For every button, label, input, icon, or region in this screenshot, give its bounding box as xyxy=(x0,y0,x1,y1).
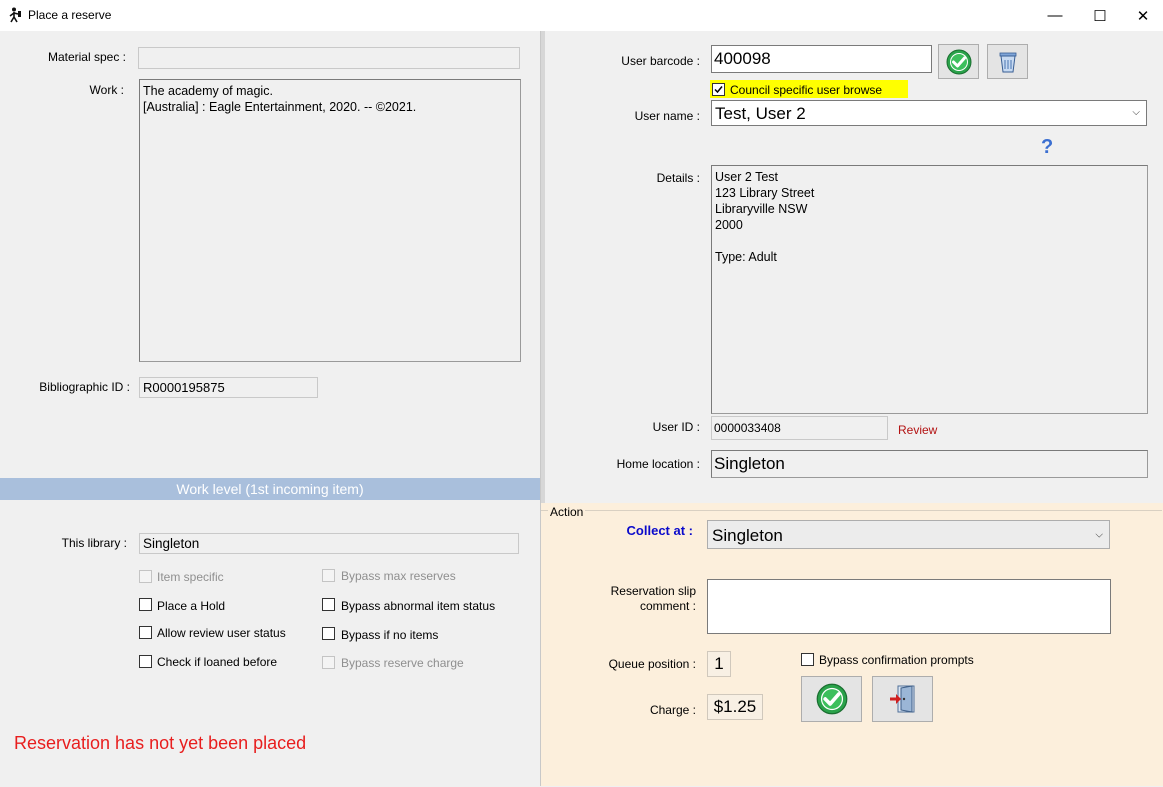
app-icon xyxy=(9,7,21,23)
bypass-abnormal-status-label: Bypass abnormal item status xyxy=(341,599,496,613)
user-barcode-label: User barcode : xyxy=(621,54,700,68)
chevron-down-icon: ⌵ xyxy=(1095,529,1103,540)
item-specific-checkbox[interactable] xyxy=(139,570,152,583)
bypass-no-items-checkbox[interactable] xyxy=(322,627,335,640)
check-loaned-before-checkbox[interactable] xyxy=(139,655,152,668)
minimize-button[interactable]: — xyxy=(1032,0,1078,31)
place-hold-label: Place a Hold xyxy=(157,599,226,613)
bypass-reserve-charge-checkbox[interactable] xyxy=(322,656,335,669)
bypass-reserve-charge-label: Bypass reserve charge xyxy=(341,656,464,670)
close-icon: ✕ xyxy=(1136,7,1150,25)
user-name-select[interactable]: Test, User 2 ⌵ xyxy=(711,100,1147,126)
bib-id-field[interactable]: R0000195875 xyxy=(139,377,318,398)
minimize-icon: — xyxy=(1047,7,1063,24)
action-groupbox xyxy=(541,510,1162,787)
chevron-down-icon: ⌵ xyxy=(1132,107,1140,118)
council-browse-label: Council specific user browse xyxy=(730,83,883,97)
bypass-max-reserves-checkbox[interactable] xyxy=(322,569,335,582)
user-details-box: User 2 Test 123 Library Street Libraryvi… xyxy=(711,165,1148,414)
allow-review-user-status-checkbox[interactable] xyxy=(139,626,152,639)
collect-at-label: Collect at : xyxy=(626,523,693,538)
check-icon xyxy=(816,683,847,715)
material-spec-label: Material spec : xyxy=(47,50,126,64)
home-location-field[interactable]: Singleton xyxy=(711,450,1148,478)
bib-id-label: Bibliographic ID : xyxy=(39,380,130,394)
queue-position-label: Queue position : xyxy=(608,657,696,671)
bypass-confirmation-label: Bypass confirmation prompts xyxy=(819,653,974,667)
bypass-abnormal-status-checkbox[interactable] xyxy=(322,598,335,611)
close-button[interactable]: ✕ xyxy=(1123,0,1163,31)
place-hold-checkbox[interactable] xyxy=(139,598,152,611)
bypass-no-items-label: Bypass if no items xyxy=(341,628,439,642)
this-library-label: This library : xyxy=(61,536,127,550)
user-name-value: Test, User 2 xyxy=(715,104,806,123)
confirm-barcode-button[interactable] xyxy=(938,44,979,79)
user-id-label: User ID : xyxy=(652,420,700,434)
maximize-button[interactable]: ☐ xyxy=(1077,0,1123,31)
user-barcode-input[interactable]: 400098 xyxy=(711,45,932,73)
allow-review-user-status-label: Allow review user status xyxy=(157,626,286,640)
slip-comment-label: Reservation slip comment : xyxy=(610,584,696,613)
charge-label: Charge : xyxy=(649,703,696,717)
user-id-field[interactable]: 0000033408 xyxy=(711,416,888,440)
action-legend: Action xyxy=(548,505,586,519)
user-name-label: User name : xyxy=(634,109,700,123)
collect-at-select[interactable]: Singleton ⌵ xyxy=(707,520,1110,549)
home-location-label: Home location : xyxy=(616,457,700,471)
exit-door-icon xyxy=(889,685,914,713)
title-bar xyxy=(0,0,1163,31)
help-icon[interactable]: ? xyxy=(1041,136,1053,159)
council-browse-checkbox[interactable] xyxy=(712,83,725,96)
status-message: Reservation has not yet been placed xyxy=(14,733,307,753)
checkmark-icon xyxy=(714,86,723,94)
slip-comment-input[interactable] xyxy=(707,579,1111,634)
work-level-banner: Work level (1st incoming item) xyxy=(0,478,540,500)
clear-barcode-button[interactable] xyxy=(987,44,1028,79)
collect-at-value: Singleton xyxy=(712,526,783,545)
check-icon xyxy=(946,49,971,74)
review-link[interactable]: Review xyxy=(898,423,937,437)
charge-field: $1.25 xyxy=(707,694,763,720)
exit-button[interactable] xyxy=(872,676,933,722)
place-reserve-button[interactable] xyxy=(801,676,862,722)
bypass-confirmation-checkbox[interactable] xyxy=(801,653,814,666)
work-label: Work : xyxy=(89,83,124,97)
queue-position-field: 1 xyxy=(707,651,731,677)
details-label: Details : xyxy=(656,171,700,185)
work-textbox[interactable]: The academy of magic. [Australia] : Eagl… xyxy=(139,79,521,362)
window-title: Place a reserve xyxy=(28,8,112,22)
maximize-icon: ☐ xyxy=(1093,7,1107,25)
recycle-bin-icon xyxy=(999,52,1016,72)
this-library-field[interactable]: Singleton xyxy=(139,533,519,554)
bypass-max-reserves-label: Bypass max reserves xyxy=(341,569,456,583)
material-spec-field[interactable] xyxy=(138,47,520,69)
check-loaned-before-label: Check if loaned before xyxy=(157,655,278,669)
item-specific-label: Item specific xyxy=(157,570,224,584)
